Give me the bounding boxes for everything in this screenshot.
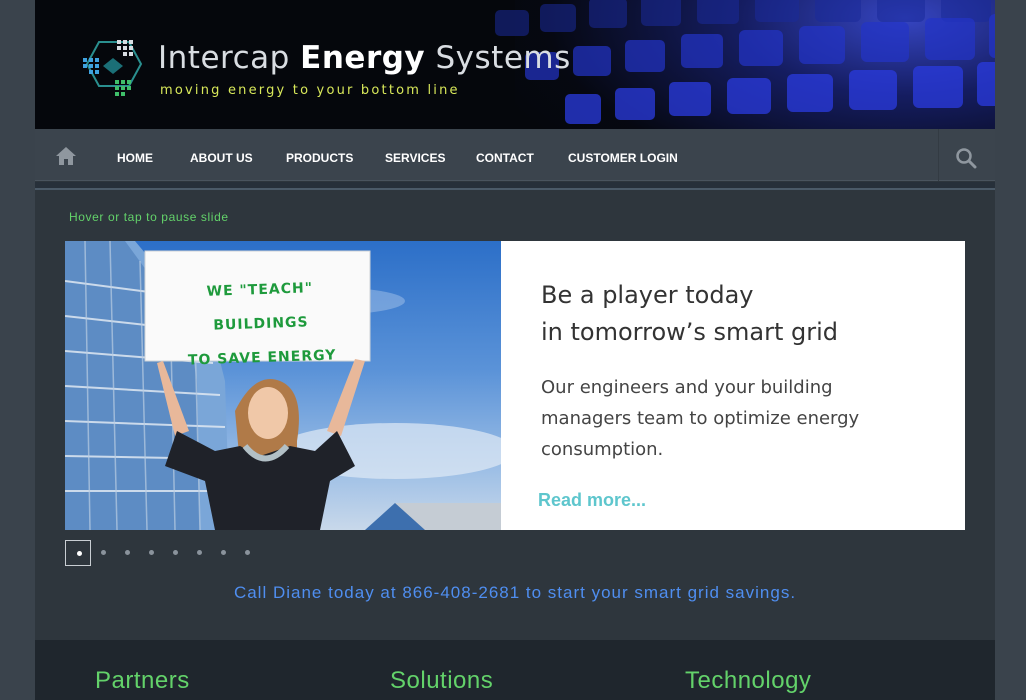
slide-dot-2[interactable] [90, 540, 116, 566]
nav-item-products[interactable]: PRODUCTS [286, 151, 353, 165]
nav-item-about-us[interactable]: ABOUT US [190, 151, 253, 165]
site-header: Intercap Energy Systems moving energy to… [35, 0, 995, 129]
slide-body-line-2: managers team to optimize energy [541, 408, 860, 429]
slide-photo: WE "TEACH" BUILDINGS TO SAVE ENERGY [65, 241, 501, 530]
nav-item-contact[interactable]: CONTACT [476, 151, 534, 165]
brand-name-light: Intercap [158, 40, 290, 76]
slide-dot-7[interactable] [210, 540, 236, 566]
nav-item-customer-login[interactable]: CUSTOMER LOGIN [568, 151, 678, 165]
slider-hover-tip: Hover or tap to pause slide [69, 210, 229, 224]
call-to-action: Call Diane today at 866-408-2681 to star… [233, 583, 797, 602]
read-more-link[interactable]: Read more... [538, 490, 646, 511]
protest-sign: WE "TEACH" BUILDINGS TO SAVE ENERGY [159, 270, 362, 379]
footer-section: Partners Solutions Technology [35, 640, 995, 700]
nav-item-home[interactable]: HOME [117, 151, 153, 165]
footer-title-solutions: Solutions [390, 667, 494, 694]
brand-name-bold: Energy [300, 40, 426, 76]
search-icon[interactable] [955, 147, 977, 169]
slide-dot-5[interactable] [162, 540, 188, 566]
footer-title-partners: Partners [95, 667, 190, 694]
slide-dot-8[interactable] [234, 540, 260, 566]
brand-name-end: Systems [435, 40, 571, 76]
slide-heading: Be a player today in tomorrow’s smart gr… [541, 277, 941, 351]
brand-name[interactable]: Intercap Energy Systems [158, 40, 571, 76]
main-nav: HOME ABOUT US PRODUCTS SERVICES CONTACT … [35, 129, 995, 181]
sign-line-1: WE "TEACH" BUILDINGS [206, 280, 314, 334]
company-logo-icon[interactable] [79, 36, 149, 106]
slide-body-line-3: consumption. [541, 439, 664, 460]
footer-title-technology: Technology [685, 667, 812, 694]
page-container: Intercap Energy Systems moving energy to… [35, 0, 995, 700]
nav-divider [938, 129, 939, 181]
brand-tagline: moving energy to your bottom line [160, 83, 460, 98]
slide-dot-3[interactable] [114, 540, 140, 566]
slide-dot-1[interactable] [65, 540, 91, 566]
sign-line-2: TO SAVE ENERGY [187, 347, 337, 369]
nav-underline [35, 182, 995, 190]
home-icon[interactable] [55, 146, 77, 166]
nav-item-services[interactable]: SERVICES [385, 151, 445, 165]
slide-dot-4[interactable] [138, 540, 164, 566]
hero-slide[interactable]: WE "TEACH" BUILDINGS TO SAVE ENERGY Be a… [65, 241, 965, 530]
slide-heading-line-2: in tomorrow’s smart grid [541, 318, 839, 346]
slide-body-line-1: Our engineers and your building [541, 377, 833, 398]
slide-dot-6[interactable] [186, 540, 212, 566]
slide-text-block: Be a player today in tomorrow’s smart gr… [541, 277, 941, 465]
slide-body: Our engineers and your building managers… [541, 372, 941, 465]
slide-heading-line-1: Be a player today [541, 281, 754, 309]
